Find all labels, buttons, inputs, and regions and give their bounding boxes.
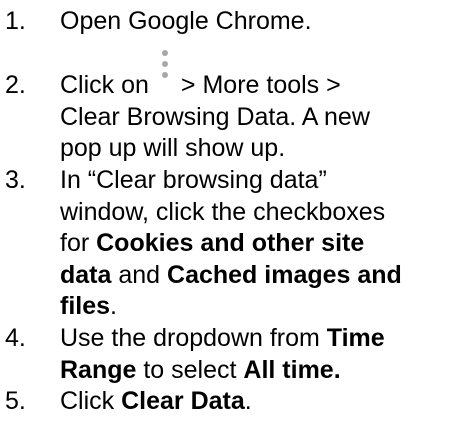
step-text: Click Clear Data. [60,387,252,415]
step-number: 4. [5,324,26,352]
step-number: 2. [5,71,26,99]
step-number: 3. [5,166,26,194]
step-text: Use the dropdown from Time Range to sele… [60,324,385,384]
emphasis: Range [60,355,137,384]
emphasis: Cookies and other site [96,229,365,257]
emphasis: data [60,260,112,289]
instructions-document: 1. Open Google Chrome. 2. Click on > More… [0,0,461,425]
three-dot-menu-icon [149,50,181,98]
emphasis: All time. [243,355,341,384]
step-text: Click on > More tools > Clear Browsing Da… [60,50,370,165]
step-text: Open Google Chrome. [60,7,312,35]
emphasis: files [60,292,111,320]
step-number: 1. [5,7,26,35]
emphasis: Clear Data [121,387,245,415]
step-number: 5. [5,387,26,415]
emphasis: Time [326,324,385,352]
emphasis: Cached images and [167,260,402,289]
step-text: In “Clear browsing data” window, click t… [60,166,402,320]
